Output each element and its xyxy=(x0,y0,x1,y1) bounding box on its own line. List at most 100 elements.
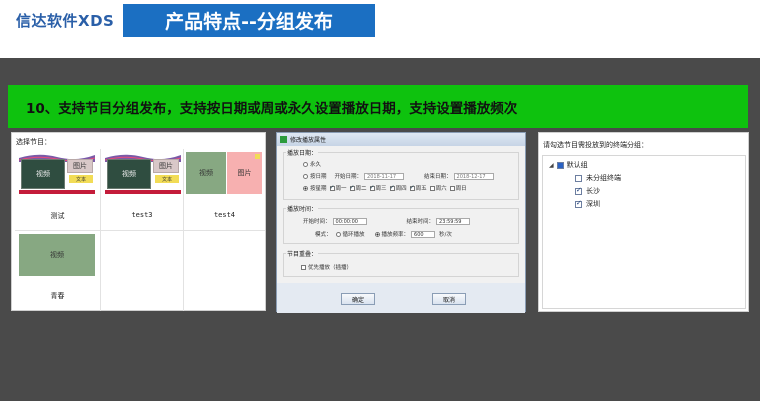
program-thumbnail: 视频 图片 文本 xyxy=(105,152,181,194)
end-date-label: 结束日期： xyxy=(424,174,452,180)
freq-field[interactable]: 600 xyxy=(411,230,436,238)
feature-banner: 10、支持节目分组发布，支持按日期或周或永久设置播放日期，支持设置播放频次 xyxy=(8,85,748,128)
program-item-1[interactable]: 视频 图片 文本 测试 xyxy=(15,149,101,231)
forever-option[interactable]: 永久 xyxy=(303,160,321,168)
end-time-field[interactable]: 23:59:59 xyxy=(436,217,471,225)
partial-check-icon[interactable] xyxy=(556,161,564,169)
weekday-label: 周二 xyxy=(355,186,367,192)
program-grid: 视频 图片 文本 测试 视频 图片 文本 test3 视频 图片 test4 视… xyxy=(15,149,265,311)
program-item-2[interactable]: 视频 图片 文本 test3 xyxy=(101,149,184,231)
weekday-label: 周日 xyxy=(455,186,467,192)
dialog-footer: 确定 取消 xyxy=(277,283,525,313)
weekday-checkbox[interactable] xyxy=(409,184,415,191)
weekday-checkbox[interactable] xyxy=(429,185,435,191)
video-block: 视频 xyxy=(19,234,95,276)
video-block: 视频 xyxy=(186,152,226,194)
program-name: test4 xyxy=(213,211,236,219)
play-date-group-label: 播放日期： xyxy=(286,148,319,157)
program-name: 青春 xyxy=(50,292,65,300)
play-time-group xyxy=(283,208,519,244)
weekday-checkbox[interactable] xyxy=(449,185,455,191)
collapse-icon[interactable]: ◢ xyxy=(549,162,554,169)
tree-item-label: 长沙 xyxy=(586,187,600,195)
mode-freq-label: 播放频率： xyxy=(381,232,410,238)
group-tree: ◢ 默认组 未分组终端 长沙 深圳 xyxy=(542,155,746,309)
program-name: 测试 xyxy=(50,212,65,220)
slide-title: 产品特点--分组发布 xyxy=(123,4,375,37)
start-date-label: 开始日期： xyxy=(334,174,363,180)
picture-block: 图片 xyxy=(67,159,93,173)
text-block: 文本 xyxy=(155,175,179,183)
picture-block: 图片 xyxy=(227,152,262,194)
tree-item-shenzhen[interactable]: 深圳 xyxy=(575,199,600,209)
weekday-checkbox[interactable] xyxy=(349,184,355,191)
priority-checkbox[interactable] xyxy=(301,264,306,270)
program-select-label: 选择节目： xyxy=(16,138,51,146)
dialog-title: 修改播放属性 xyxy=(290,137,327,144)
priority-option[interactable]: 优先播放（插播） xyxy=(301,263,352,271)
weekday-label: 周三 xyxy=(375,186,387,192)
overlap-group-label: 节目重叠： xyxy=(286,249,319,258)
header: 信达软件XDS 产品特点--分组发布 xyxy=(0,0,760,58)
weekday-label: 周四 xyxy=(395,186,407,192)
forever-label: 永久 xyxy=(310,162,322,168)
app-icon xyxy=(280,136,287,143)
tree-checkbox[interactable] xyxy=(575,186,582,195)
end-date-field[interactable]: 2018-12-17 xyxy=(453,172,494,180)
red-bar xyxy=(105,190,181,194)
mode-loop-label: 循环播放 xyxy=(342,232,365,238)
mode-row: 模式： 循环播放 播放频率： 600 秒/次 xyxy=(315,230,452,238)
video-block: 视频 xyxy=(21,159,65,189)
weekday-label: 周一 xyxy=(335,186,347,192)
program-item-3[interactable]: 视频 图片 test4 xyxy=(184,149,265,231)
start-time-field[interactable]: 00:00:00 xyxy=(332,217,367,225)
weekday-checkbox[interactable] xyxy=(329,184,335,191)
start-date-field[interactable]: 2018-11-17 xyxy=(364,172,405,180)
brand-logo-text: 信达软件XDS xyxy=(16,12,115,30)
mode-label: 模式： xyxy=(315,232,332,238)
tree-item-changsha[interactable]: 长沙 xyxy=(575,186,600,196)
start-time-label: 开始时间： xyxy=(303,219,331,225)
tree-checkbox[interactable] xyxy=(575,174,582,182)
empty-cell xyxy=(184,231,265,311)
tree-checkbox[interactable] xyxy=(575,199,582,208)
mode-loop-radio[interactable] xyxy=(335,231,341,237)
program-select-panel: 选择节目： 视频 图片 文本 测试 视频 图片 文本 test3 视频 图片 t… xyxy=(11,132,266,311)
tree-root-label: 默认组 xyxy=(566,161,588,169)
by-date-option[interactable]: 按日期 开始日期： 2018-11-17 结束日期： 2018-12-17 xyxy=(303,172,494,180)
by-date-radio[interactable] xyxy=(303,173,308,179)
weekday-checkbox[interactable] xyxy=(369,184,375,191)
time-range-row: 开始时间： 00:00:00 结束时间： 23:59:59 xyxy=(303,217,471,225)
tree-item-label: 深圳 xyxy=(586,200,600,208)
by-week-label: 按星期 xyxy=(310,186,327,192)
by-week-option[interactable]: 按星期 周一 周二 周三 周四 周五 周六 周日 xyxy=(303,184,467,192)
play-time-group-label: 播放时间： xyxy=(286,204,319,213)
weekday-checkbox[interactable] xyxy=(389,184,395,191)
empty-cell xyxy=(101,231,184,311)
tree-item-label: 未分组终端 xyxy=(586,174,621,182)
program-thumbnail: 视频 图片 文本 xyxy=(19,152,95,194)
tree-item-ungrouped[interactable]: 未分组终端 xyxy=(575,173,621,183)
program-name: test3 xyxy=(131,211,153,219)
terminal-group-panel: 请勾选节目需投放到的终端分组： ◢ 默认组 未分组终端 长沙 深圳 xyxy=(538,132,749,312)
video-block: 视频 xyxy=(107,159,151,189)
by-date-label: 按日期 xyxy=(310,174,327,180)
freq-unit: 秒/次 xyxy=(439,232,452,238)
picture-block: 图片 xyxy=(153,159,179,173)
text-block: 文本 xyxy=(69,175,93,183)
cancel-button[interactable]: 取消 xyxy=(432,293,466,305)
by-week-radio[interactable] xyxy=(303,185,308,191)
tree-root[interactable]: ◢ 默认组 xyxy=(549,160,588,170)
red-bar xyxy=(19,190,95,194)
terminal-group-label: 请勾选节目需投放到的终端分组： xyxy=(543,141,648,149)
weekday-label: 周六 xyxy=(435,186,447,192)
corner-marker xyxy=(255,154,260,159)
dialog-titlebar[interactable]: 修改播放属性 xyxy=(277,133,525,146)
dialog-body: 播放日期： 永久 按日期 开始日期： 2018-11-17 结束日期： 2018… xyxy=(277,146,525,313)
ok-button[interactable]: 确定 xyxy=(341,293,375,305)
program-item-4[interactable]: 视频 青春 xyxy=(15,231,101,311)
weekday-label: 周五 xyxy=(415,186,427,192)
priority-label: 优先播放（插播） xyxy=(308,265,353,271)
forever-radio[interactable] xyxy=(303,161,308,167)
mode-freq-radio[interactable] xyxy=(374,231,380,237)
